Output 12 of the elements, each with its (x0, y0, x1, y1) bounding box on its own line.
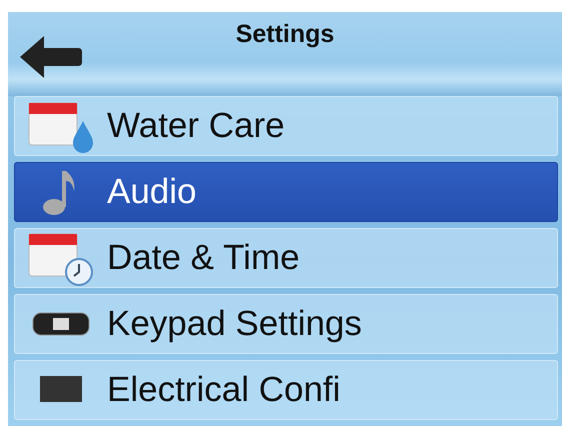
menu-item[interactable]: Audio (14, 162, 558, 222)
menu-item[interactable]: Keypad Settings (14, 294, 558, 354)
menu-item[interactable]: Water Care (14, 96, 558, 156)
menu-item[interactable]: Date & Time (14, 228, 558, 288)
screen-title: Settings (236, 20, 334, 50)
back-arrow-icon[interactable] (20, 36, 82, 78)
menu-item-label: Audio (107, 172, 197, 212)
menu-item[interactable]: Electrical Confi (14, 360, 558, 420)
menu-item-label: Electrical Confi (107, 370, 340, 410)
menu-item-label: Keypad Settings (107, 304, 362, 344)
menu-item-label: Water Care (107, 106, 285, 146)
menu-item-label: Date & Time (107, 238, 300, 278)
